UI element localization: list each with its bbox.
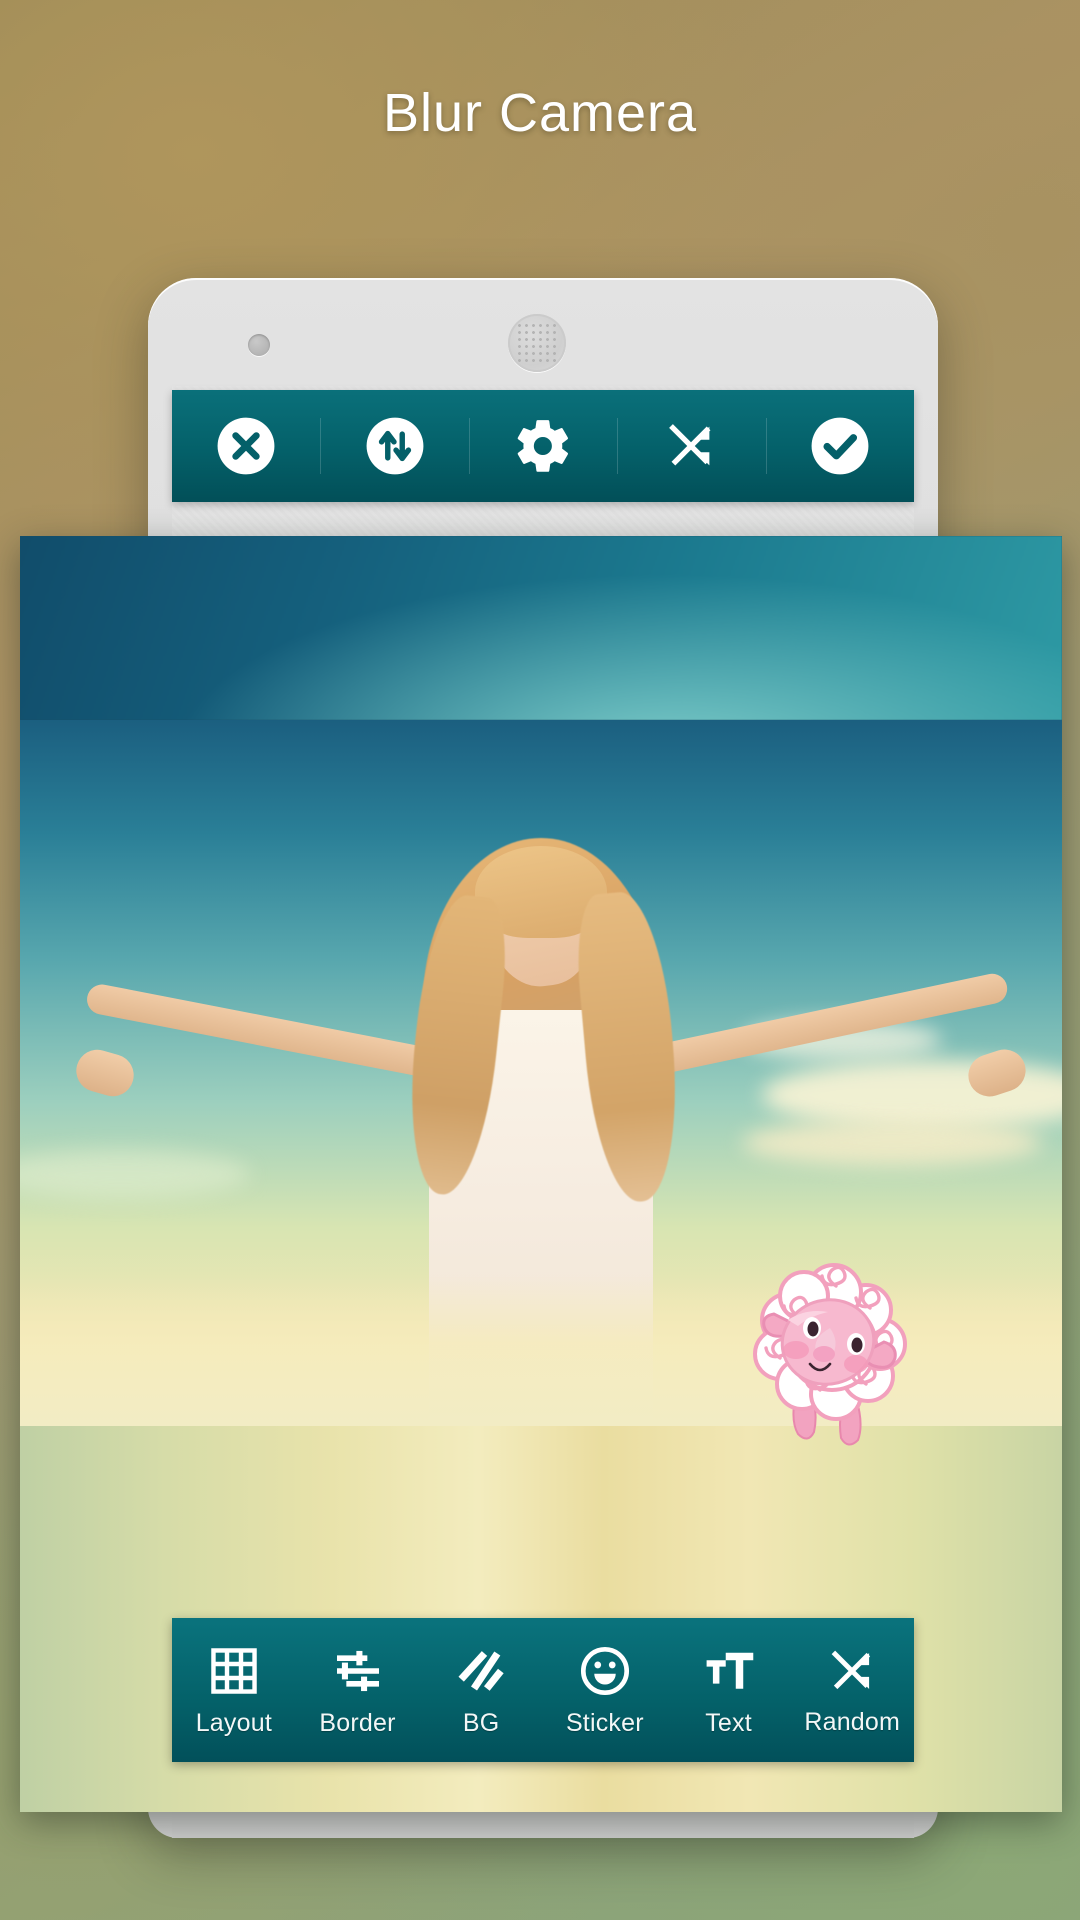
- top-toolbar-item-confirm[interactable]: [765, 390, 914, 502]
- text-size-icon: [706, 1652, 753, 1689]
- bottom-toolbar: Layout Border BG Sticker Text Random: [172, 1618, 914, 1762]
- top-toolbar-item-settings[interactable]: [468, 390, 617, 502]
- top-toolbar-item-close[interactable]: [172, 390, 320, 502]
- swap-vertical-circle-icon: [366, 417, 424, 475]
- top-toolbar: [172, 390, 914, 502]
- check-circle-icon: [811, 417, 869, 475]
- bottom-toolbar-label: BG: [462, 1708, 500, 1737]
- camera-dot-icon: [248, 334, 270, 356]
- diagonal-stripes-icon: [458, 1650, 504, 1691]
- close-circle-icon: [217, 417, 275, 475]
- hand-left: [71, 1044, 139, 1102]
- grid-icon: [211, 1647, 257, 1694]
- bottom-toolbar-label: Sticker: [565, 1708, 644, 1737]
- bottom-toolbar-item-sticker[interactable]: Sticker: [543, 1618, 667, 1762]
- bottom-toolbar-label: Border: [319, 1708, 396, 1737]
- shuffle-icon: [831, 1650, 871, 1689]
- phone-top-bezel: [148, 278, 938, 386]
- bottom-toolbar-label: Random: [804, 1707, 901, 1736]
- gear-icon: [517, 420, 569, 472]
- sheep-sticker[interactable]: [744, 1258, 916, 1448]
- shuffle-icon: [669, 424, 711, 466]
- bottom-toolbar-item-bg[interactable]: BG: [419, 1618, 543, 1762]
- page-title: Blur Camera: [382, 83, 698, 143]
- speaker-grille-icon: [508, 314, 566, 372]
- sliders-icon: [336, 1650, 379, 1691]
- hand-right: [962, 1044, 1032, 1102]
- bottom-toolbar-item-random[interactable]: Random: [790, 1618, 914, 1762]
- bottom-toolbar-item-border[interactable]: Border: [296, 1618, 420, 1762]
- smiley-icon: [580, 1646, 629, 1695]
- top-toolbar-item-swap[interactable]: [320, 390, 468, 502]
- collage-blurred-top-band: [20, 536, 1062, 720]
- bottom-toolbar-label: Layout: [195, 1708, 272, 1737]
- bottom-toolbar-item-text[interactable]: Text: [667, 1618, 791, 1762]
- bottom-toolbar-item-layout[interactable]: Layout: [172, 1618, 296, 1762]
- bottom-toolbar-label: Text: [705, 1708, 752, 1737]
- top-toolbar-item-shuffle[interactable]: [617, 390, 765, 502]
